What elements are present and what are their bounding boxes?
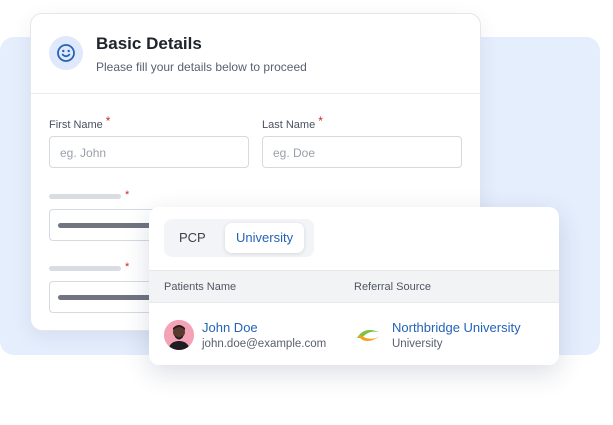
- tab-university[interactable]: University: [225, 223, 305, 253]
- smiley-face-icon: [49, 36, 83, 70]
- table-header: Patients Name Referral Source: [149, 270, 559, 303]
- university-logo-icon: [354, 324, 382, 346]
- form-title: Basic Details: [96, 34, 202, 53]
- placeholder-label: [49, 194, 121, 199]
- required-marker: *: [318, 114, 323, 128]
- placeholder-label: [49, 266, 121, 271]
- required-marker: *: [125, 189, 130, 201]
- tab-pcp[interactable]: PCP: [168, 223, 217, 253]
- form-header: Basic Details Please fill your details b…: [31, 14, 480, 94]
- column-header-referral-source: Referral Source: [354, 281, 432, 293]
- patient-name-link[interactable]: John Doe: [202, 320, 258, 335]
- referral-table-card: PCP University Patients Name Referral So…: [149, 207, 559, 365]
- form-subtitle: Please fill your details below to procee…: [96, 60, 307, 74]
- first-name-field[interactable]: eg. John: [49, 136, 249, 168]
- first-name-label: First Name *: [49, 114, 111, 131]
- required-marker: *: [125, 261, 130, 273]
- patient-email: john.doe@example.com: [202, 338, 327, 350]
- referral-source-type: University: [392, 338, 443, 350]
- required-marker: *: [105, 114, 111, 128]
- last-name-field[interactable]: eg. Doe: [262, 136, 462, 168]
- last-name-label: Last Name *: [262, 114, 323, 131]
- avatar: [164, 320, 194, 350]
- column-header-patients-name: Patients Name: [164, 281, 237, 293]
- source-tabs: PCP University: [164, 219, 314, 257]
- referral-source-link[interactable]: Northbridge University: [392, 320, 521, 335]
